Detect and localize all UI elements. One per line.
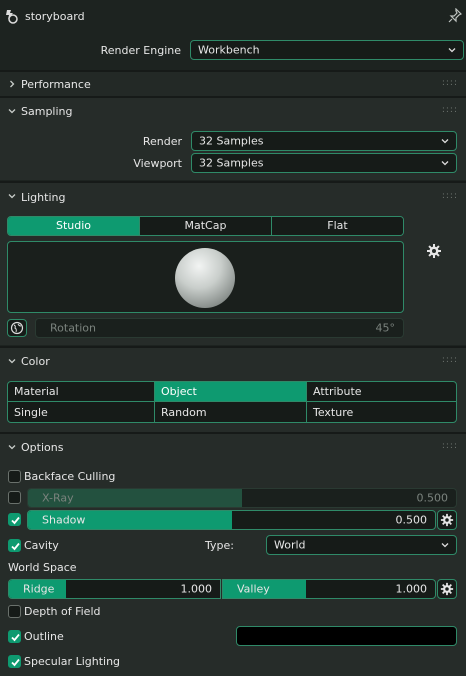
- valley-slider[interactable]: Valley 1.000: [222, 579, 436, 599]
- checkmark-icon: [11, 516, 20, 525]
- chevron-down-icon: [448, 48, 456, 53]
- depth-of-field-label: Depth of Field: [24, 605, 101, 618]
- chevron-right-icon: [10, 80, 15, 88]
- drag-handle[interactable]: ::::: [442, 105, 458, 115]
- specular-lighting-label: Specular Lighting: [24, 655, 121, 668]
- pin-icon[interactable]: [448, 7, 463, 27]
- color-mode-grid: Material Object Attribute Single Random …: [7, 381, 457, 423]
- cavity-type-label: Type:: [205, 539, 234, 552]
- color-title: Color: [21, 355, 50, 368]
- ridge-label: Ridge: [23, 582, 55, 596]
- drag-handle[interactable]: ::::: [442, 78, 458, 88]
- depth-of-field-checkbox[interactable]: [8, 605, 21, 618]
- specular-lighting-checkbox[interactable]: [8, 655, 21, 668]
- properties-header: storyboard: [0, 0, 466, 34]
- chevron-down-icon: [441, 161, 449, 166]
- color-panel-header[interactable]: Color ::::: [0, 348, 466, 374]
- chevron-down-icon: [441, 139, 449, 144]
- render-samples-select[interactable]: 32 Samples: [191, 131, 457, 151]
- render-engine-row: Render Engine Workbench: [0, 34, 466, 66]
- studio-light-preview[interactable]: [7, 241, 404, 313]
- shadow-settings-button[interactable]: [437, 510, 457, 530]
- lighting-title: Lighting: [21, 191, 66, 204]
- rotation-field[interactable]: Rotation 45°: [35, 318, 404, 338]
- xray-checkbox[interactable]: [8, 491, 21, 504]
- color-option-random[interactable]: Random: [155, 402, 307, 422]
- render-engine-label: Render Engine: [100, 44, 181, 57]
- ridge-value: 1.000: [180, 582, 213, 596]
- color-option-attribute[interactable]: Attribute: [307, 382, 456, 402]
- viewport-samples-select[interactable]: 32 Samples: [191, 153, 457, 173]
- chevron-down-icon: [8, 359, 16, 364]
- world-space-label: World Space: [8, 561, 77, 574]
- lighting-mode-studio[interactable]: Studio: [8, 217, 139, 235]
- drag-handle[interactable]: ::::: [442, 355, 458, 365]
- outline-checkbox[interactable]: [8, 630, 21, 643]
- cavity-type-select[interactable]: World: [266, 535, 457, 555]
- lighting-mode-flat[interactable]: Flat: [271, 217, 403, 235]
- render-samples-label: Render: [142, 135, 182, 148]
- lighting-mode-matcap[interactable]: MatCap: [139, 217, 271, 235]
- options-title: Options: [21, 441, 64, 454]
- color-option-object[interactable]: Object: [155, 382, 307, 402]
- chevron-down-icon: [8, 109, 16, 114]
- gear-icon: [440, 582, 454, 596]
- checkmark-icon: [11, 658, 20, 667]
- gear-icon[interactable]: [426, 243, 442, 262]
- checkmark-icon: [11, 542, 20, 551]
- chevron-down-icon: [441, 543, 449, 548]
- valley-value: 1.000: [395, 582, 428, 596]
- backface-culling-label: Backface Culling: [24, 470, 116, 483]
- drag-handle[interactable]: ::::: [442, 441, 458, 451]
- render-engine-select[interactable]: Workbench: [190, 40, 464, 60]
- outline-color-swatch[interactable]: [236, 626, 457, 646]
- cavity-checkbox[interactable]: [8, 539, 21, 552]
- chevron-down-icon: [8, 194, 16, 199]
- shadow-label: Shadow: [42, 513, 86, 527]
- gear-icon: [440, 513, 454, 527]
- checkmark-icon: [11, 633, 20, 642]
- drag-handle[interactable]: ::::: [442, 191, 458, 201]
- viewport-samples-value: 32 Samples: [199, 156, 264, 170]
- options-panel-header[interactable]: Options ::::: [0, 434, 466, 460]
- render-samples-value: 32 Samples: [199, 134, 264, 148]
- cavity-settings-button[interactable]: [437, 579, 457, 599]
- xray-value: 0.500: [416, 491, 449, 505]
- cavity-type-value: World: [274, 538, 306, 552]
- chevron-down-icon: [8, 445, 16, 450]
- render-properties-icon: [4, 8, 18, 27]
- outline-label: Outline: [24, 630, 64, 643]
- color-option-material[interactable]: Material: [8, 382, 155, 402]
- lighting-panel-header[interactable]: Lighting ::::: [0, 183, 466, 209]
- rotation-value: 45°: [375, 321, 396, 335]
- valley-label: Valley: [237, 582, 270, 596]
- performance-title: Performance: [21, 78, 91, 91]
- backface-culling-checkbox[interactable]: [8, 470, 21, 483]
- shadow-value: 0.500: [395, 513, 428, 527]
- lighting-mode-selector: Studio MatCap Flat: [7, 216, 404, 236]
- file-title: storyboard: [25, 10, 85, 23]
- sampling-title: Sampling: [21, 105, 73, 118]
- xray-label: X-Ray: [42, 491, 74, 505]
- xray-slider[interactable]: X-Ray 0.500: [27, 488, 457, 508]
- performance-panel-header[interactable]: Performance ::::: [0, 72, 466, 96]
- preview-sphere: [175, 248, 235, 308]
- rotation-label: Rotation: [50, 321, 97, 335]
- ridge-slider[interactable]: Ridge 1.000: [8, 579, 221, 599]
- shadow-checkbox[interactable]: [8, 513, 21, 526]
- color-option-texture[interactable]: Texture: [307, 402, 456, 422]
- render-engine-value: Workbench: [198, 43, 260, 57]
- cavity-label: Cavity: [24, 539, 59, 552]
- shadow-slider[interactable]: Shadow 0.500: [27, 510, 436, 530]
- world-icon[interactable]: [7, 319, 27, 337]
- color-option-single[interactable]: Single: [8, 402, 155, 422]
- viewport-samples-label: Viewport: [133, 157, 182, 170]
- sampling-panel-header[interactable]: Sampling ::::: [0, 98, 466, 124]
